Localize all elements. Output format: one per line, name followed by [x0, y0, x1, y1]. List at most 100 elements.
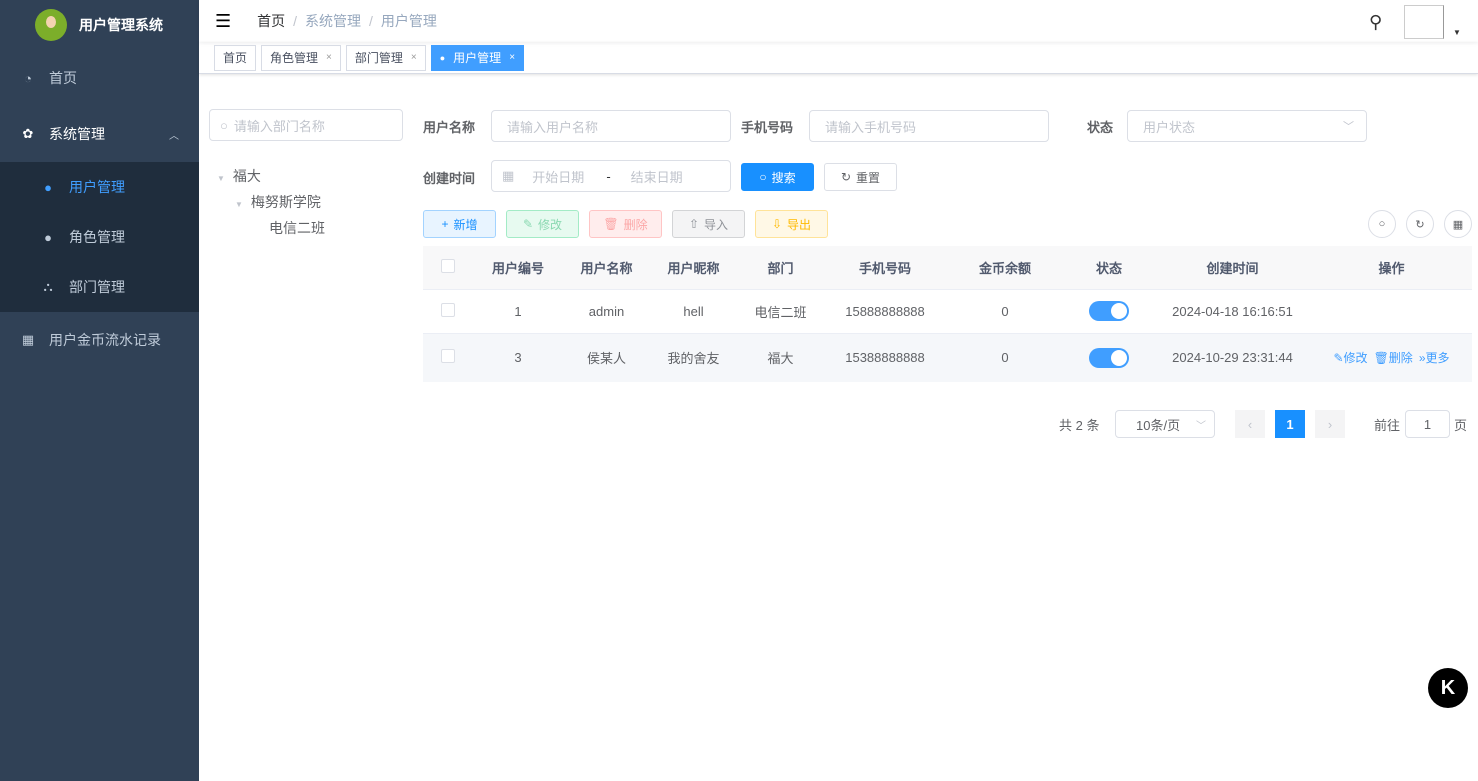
tab-home[interactable]: 首页: [214, 44, 257, 71]
export-button[interactable]: ⇩ 导出: [755, 210, 828, 238]
toggle-search-button[interactable]: ○: [1368, 210, 1396, 238]
cell: 福大: [737, 332, 824, 382]
crumb-home[interactable]: 首页: [257, 13, 285, 29]
sidebar-item-depts[interactable]: ⛬ 部门管理: [0, 262, 199, 312]
cell: 15388888888: [824, 332, 946, 382]
end-date: 结束日期: [630, 169, 683, 185]
table-icon: ▦: [21, 332, 35, 347]
plus-icon: +: [441, 217, 449, 231]
tab-depts[interactable]: 部门管理 ×: [345, 44, 426, 71]
status-switch[interactable]: [1089, 301, 1129, 321]
cell: 2024-10-29 23:31:44: [1154, 332, 1311, 382]
page-size-select[interactable]: 10条/页 ﹀: [1115, 410, 1215, 438]
search-button[interactable]: ○ 搜索: [741, 163, 814, 191]
date-range-input[interactable]: ▦ 开始日期 - 结束日期: [491, 160, 731, 192]
col-header: 状态: [1064, 246, 1154, 289]
row-delete-link[interactable]: 🗑删除: [1374, 351, 1413, 365]
refresh-button[interactable]: ↻: [1406, 210, 1434, 238]
phone-label: 手机号码: [741, 120, 794, 135]
logo-avatar: [35, 9, 67, 41]
col-header: 手机号码: [824, 246, 946, 289]
label: 修改: [538, 217, 563, 232]
columns-button[interactable]: ▦: [1444, 210, 1472, 238]
label: 1: [1286, 416, 1294, 432]
sidebar-item-system[interactable]: ✿ 系统管理 ︿: [0, 106, 199, 162]
page-1-button[interactable]: 1: [1275, 410, 1305, 438]
app-logo[interactable]: 用户管理系统: [0, 0, 199, 50]
label: 用户金币流水记录: [49, 332, 161, 348]
cell: 0: [946, 288, 1064, 333]
gear-icon: ✿: [22, 126, 34, 141]
user-avatar[interactable]: [1404, 5, 1444, 39]
sidebar-item-home[interactable]: ◔ 首页: [0, 50, 199, 106]
start-date: 开始日期: [532, 169, 585, 185]
row-checkbox[interactable]: [441, 349, 455, 364]
label: 更多: [1425, 351, 1450, 366]
close-icon[interactable]: ×: [411, 52, 417, 63]
goto-page-input[interactable]: 1: [1405, 410, 1450, 438]
reset-button[interactable]: ↻ 重置: [824, 163, 897, 191]
phone-input[interactable]: 请输入手机号码: [809, 110, 1049, 142]
label: 部门管理: [69, 279, 125, 295]
navbar: ☰ 首页 / 系统管理 / 用户管理 ⚲ ▼: [199, 0, 1478, 42]
label: 首页: [49, 70, 77, 86]
label: 系统管理: [49, 126, 105, 142]
cell: 1: [473, 288, 563, 333]
row-more-link[interactable]: »更多: [1419, 351, 1450, 365]
placeholder: 请输入手机号码: [825, 119, 917, 135]
delete-button[interactable]: 🗑 删除: [589, 210, 662, 238]
cell: 2024-04-18 16:16:51: [1154, 288, 1311, 333]
time-label: 创建时间: [423, 171, 476, 186]
caret-down-icon[interactable]: ▼: [1453, 28, 1461, 37]
select-all-checkbox[interactable]: [441, 258, 455, 273]
tree-node[interactable]: ▼ 梅努斯学院: [235, 192, 321, 212]
sidebar-item-coin-log[interactable]: ▦ 用户金币流水记录: [0, 312, 199, 368]
upload-icon: ⇧: [688, 217, 700, 231]
peoples-icon: ●: [44, 229, 52, 245]
row-edit-link[interactable]: ✎修改: [1333, 351, 1367, 365]
search-icon[interactable]: ⚲: [1369, 12, 1382, 33]
tree-node[interactable]: 电信二班: [269, 218, 325, 238]
trash-icon: 🗑: [1373, 351, 1389, 366]
label: 搜索: [771, 170, 796, 185]
row-checkbox[interactable]: [441, 302, 455, 317]
user-icon: ●: [44, 179, 52, 195]
tree-node[interactable]: ▼ 福大: [217, 166, 261, 186]
edit-button[interactable]: ✎ 修改: [506, 210, 579, 238]
next-page-button[interactable]: ›: [1315, 410, 1345, 438]
add-button[interactable]: + 新增: [423, 210, 496, 238]
close-icon[interactable]: ×: [326, 52, 332, 63]
dept-search-input[interactable]: ○ 请输入部门名称: [209, 109, 403, 141]
double-right-icon: »: [1418, 351, 1426, 366]
table-row: 1 admin hell 电信二班 15888888888 0 2024-04-…: [423, 288, 1472, 333]
refresh-icon: ↻: [1415, 218, 1425, 231]
search-icon: ○: [220, 117, 228, 133]
label: 角色管理: [69, 229, 125, 245]
sidebar-item-users[interactable]: ● 用户管理: [0, 162, 199, 212]
label: 删除: [623, 217, 648, 232]
col-header: 用户昵称: [650, 246, 737, 289]
col-header: 用户编号: [473, 246, 563, 289]
edit-icon: ✎: [1333, 351, 1344, 366]
status-select[interactable]: 用户状态 ﹀: [1127, 110, 1367, 142]
tab-roles[interactable]: 角色管理 ×: [261, 44, 341, 71]
status-switch[interactable]: [1089, 347, 1129, 368]
floating-assistant-button[interactable]: K: [1428, 668, 1468, 708]
tab-users[interactable]: ● 用户管理 ×: [430, 44, 525, 71]
crumb-system: 系统管理: [305, 13, 362, 29]
username-input[interactable]: 请输入用户名称: [491, 110, 731, 142]
prev-page-button[interactable]: ‹: [1235, 410, 1265, 438]
tags-view: 首页 角色管理 × 部门管理 × ● 用户管理 ×: [199, 42, 1478, 74]
caret-icon: ▼: [217, 174, 225, 183]
status-label: 状态: [1087, 120, 1114, 135]
sidebar: 用户管理系统 ◔ 首页 ✿ 系统管理 ︿ ● 用户管理 ● 角色管理 ⛬ 部门管理 ▦ 用户金…: [0, 0, 199, 781]
breadcrumb: 首页 / 系统管理 / 用户管理: [257, 13, 437, 29]
hamburger-icon[interactable]: ☰: [215, 11, 231, 32]
import-button[interactable]: ⇧ 导入: [672, 210, 745, 238]
tab-label: 用户管理: [453, 51, 502, 65]
cell: hell: [650, 288, 737, 333]
dot-icon: ●: [439, 52, 446, 63]
close-icon[interactable]: ×: [509, 52, 515, 63]
sidebar-item-roles[interactable]: ● 角色管理: [0, 212, 199, 262]
tree-icon: ⛬: [43, 279, 53, 294]
